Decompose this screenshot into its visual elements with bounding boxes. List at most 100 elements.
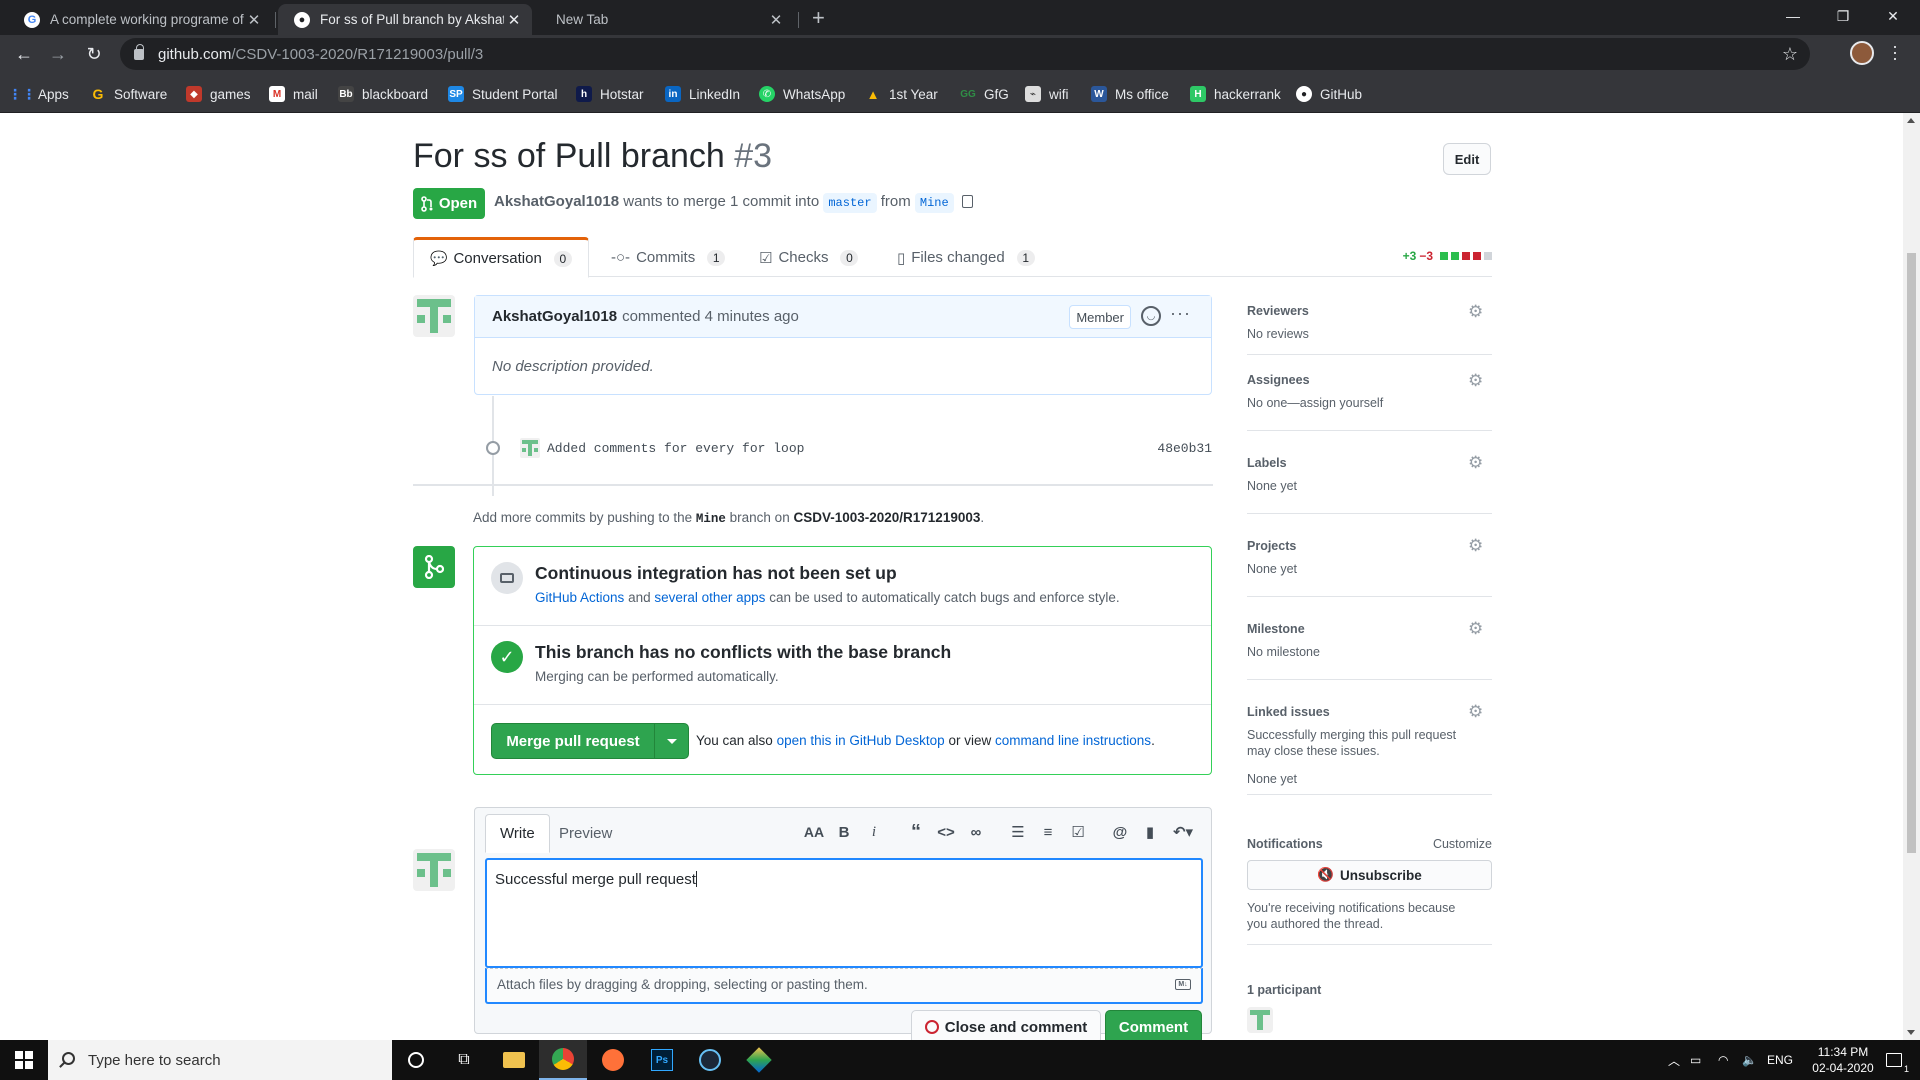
close-tab-icon[interactable]: ✕	[504, 11, 524, 29]
code-icon[interactable]: <>	[931, 824, 961, 841]
bookmark-mail[interactable]: Mmail	[269, 83, 318, 105]
bookmark-linkedin[interactable]: in LinkedIn	[665, 83, 740, 105]
reply-dropdown-icon[interactable]: ↶▾	[1165, 823, 1201, 841]
bookmark-apps[interactable]: ⋮⋮ Apps	[8, 83, 69, 105]
bookmark-gfg[interactable]: GG GfG	[960, 83, 1009, 105]
page-scrollbar[interactable]	[1903, 113, 1920, 1040]
comment-timestamp[interactable]: commented 4 minutes ago	[622, 308, 799, 325]
edit-title-button[interactable]: Edit	[1443, 143, 1491, 175]
base-branch-tag[interactable]: master	[823, 193, 877, 213]
chrome-taskbar-icon[interactable]	[539, 1040, 587, 1080]
tab-commits[interactable]: -○- Commits 1	[595, 237, 741, 278]
gear-icon[interactable]: ⚙	[1468, 620, 1484, 637]
tab-conversation[interactable]: 💬 Conversation 0	[413, 237, 589, 278]
close-tab-icon[interactable]: ✕	[766, 11, 786, 29]
minimize-icon[interactable]: —	[1770, 0, 1816, 32]
browser-tab-3[interactable]: New Tab ✕	[534, 4, 794, 35]
head-branch-tag[interactable]: Mine	[914, 193, 954, 213]
gear-icon[interactable]: ⚙	[1468, 703, 1484, 720]
tray-chevron-icon[interactable]: ︿	[1668, 1040, 1680, 1080]
back-icon[interactable]: ←	[10, 40, 38, 68]
avatar[interactable]	[413, 295, 455, 337]
forward-icon[interactable]: →	[44, 40, 72, 68]
taskbar-search-input[interactable]: Type here to search	[48, 1040, 392, 1080]
volume-icon[interactable]: 🔈	[1742, 1040, 1757, 1080]
tab-files-changed[interactable]: ▯ Files changed 1	[881, 237, 1051, 278]
restore-icon[interactable]: ❐	[1820, 0, 1866, 32]
unordered-list-icon[interactable]: ☰	[1003, 823, 1033, 841]
bookmark-ms-office[interactable]: W Ms office	[1091, 83, 1169, 105]
bookmark-blackboard[interactable]: Bb blackboard	[338, 83, 428, 105]
chrome-menu-icon[interactable]: · · ·	[1891, 37, 1899, 67]
scrollbar-thumb[interactable]	[1907, 253, 1916, 853]
ordered-list-icon[interactable]: ≡	[1033, 824, 1063, 841]
task-list-icon[interactable]: ☑	[1063, 823, 1093, 841]
bookmark-icon[interactable]: ▮	[1135, 823, 1165, 841]
gear-icon[interactable]: ⚙	[1468, 454, 1484, 471]
language-indicator[interactable]: ENG	[1767, 1040, 1793, 1080]
pr-author-link[interactable]: AkshatGoyal1018	[494, 193, 619, 210]
quote-icon[interactable]: “	[901, 821, 931, 844]
comment-textarea[interactable]: Successful merge pull request	[485, 858, 1203, 968]
scroll-up-icon[interactable]	[1907, 118, 1915, 123]
github-actions-link[interactable]: GitHub Actions	[535, 590, 624, 605]
comment-button[interactable]: Comment	[1105, 1010, 1202, 1040]
bookmark-star-icon[interactable]: ☆	[1782, 44, 1798, 65]
bookmark-games[interactable]: ◆ games	[186, 83, 251, 105]
system-clock[interactable]: 11:34 PM 02-04-2020	[1808, 1044, 1878, 1076]
commit-message-link[interactable]: Added comments for every for loop	[547, 441, 804, 456]
commit-avatar[interactable]	[520, 438, 540, 458]
action-center-icon[interactable]: 1	[1886, 1040, 1909, 1080]
file-explorer-icon[interactable]	[490, 1040, 538, 1080]
bookmark-whatsapp[interactable]: ✆ WhatsApp	[759, 83, 845, 105]
battery-icon[interactable]: ▭	[1690, 1040, 1701, 1080]
command-line-instructions-link[interactable]: command line instructions	[995, 733, 1151, 748]
kebab-menu-icon[interactable]: ···	[1170, 304, 1191, 322]
browser-tab-1[interactable]: G A complete working programe of ✕	[8, 4, 272, 35]
windows-start-icon[interactable]	[0, 1040, 48, 1080]
header-text-icon[interactable]: AA	[799, 824, 829, 840]
scroll-down-icon[interactable]	[1907, 1030, 1915, 1035]
merge-method-dropdown[interactable]	[654, 723, 689, 759]
git-kraken-icon[interactable]	[735, 1040, 783, 1080]
browser-tab-2[interactable]: ● For ss of Pull branch by AkshatGo ✕	[278, 4, 532, 35]
markdown-icon[interactable]: M↓	[1175, 979, 1191, 990]
clipboard-icon[interactable]	[961, 195, 973, 208]
italic-icon[interactable]: i	[859, 824, 889, 841]
profile-avatar[interactable]	[1850, 41, 1874, 65]
close-tab-icon[interactable]: ✕	[244, 11, 264, 29]
cortana-icon[interactable]	[392, 1040, 440, 1080]
open-github-desktop-link[interactable]: open this in GitHub Desktop	[777, 733, 945, 748]
smiley-icon[interactable]: ◡	[1141, 306, 1161, 326]
comment-author-link[interactable]: AkshatGoyal1018	[492, 308, 617, 325]
other-apps-link[interactable]: several other apps	[654, 590, 765, 605]
gear-icon[interactable]: ⚙	[1468, 303, 1484, 320]
gear-icon[interactable]: ⚙	[1468, 372, 1484, 389]
tab-checks[interactable]: ☑ Checks 0	[743, 237, 874, 278]
customize-notifications-link[interactable]: Customize	[1433, 837, 1492, 851]
bookmark-github[interactable]: ● GitHub	[1296, 83, 1362, 105]
bookmark-1st-year[interactable]: ▲ 1st Year	[865, 83, 938, 105]
bold-icon[interactable]: B	[829, 824, 859, 841]
unsubscribe-button[interactable]: 🔇 Unsubscribe	[1247, 860, 1492, 890]
steam-icon[interactable]	[686, 1040, 734, 1080]
address-bar[interactable]: github.com/CSDV-1003-2020/R171219003/pul…	[120, 38, 1810, 70]
close-window-icon[interactable]: ✕	[1870, 0, 1916, 32]
close-and-comment-button[interactable]: Close and comment	[911, 1010, 1101, 1040]
attach-files-area[interactable]: Attach files by dragging & dropping, sel…	[485, 968, 1203, 1004]
merge-pull-request-button[interactable]: Merge pull request	[491, 723, 655, 759]
assign-yourself-link[interactable]: No one—assign yourself	[1247, 396, 1383, 410]
reload-icon[interactable]: ↻	[80, 40, 108, 68]
bookmark-wifi[interactable]: ⌁ wifi	[1025, 83, 1069, 105]
bookmark-software[interactable]: G Software	[90, 83, 168, 105]
tab-preview[interactable]: Preview	[545, 814, 626, 853]
firefox-icon[interactable]	[589, 1040, 637, 1080]
gear-icon[interactable]: ⚙	[1468, 537, 1484, 554]
wifi-icon[interactable]: ◠	[1718, 1040, 1728, 1080]
participant-avatar[interactable]	[1247, 1007, 1273, 1033]
new-tab-icon[interactable]: +	[812, 5, 825, 31]
bookmark-hackerrank[interactable]: Hhackerrank	[1190, 83, 1281, 105]
commit-sha-link[interactable]: 48e0b31	[1157, 441, 1212, 456]
bookmark-hotstar[interactable]: h Hotstar	[576, 83, 644, 105]
tab-write[interactable]: Write	[485, 814, 550, 853]
